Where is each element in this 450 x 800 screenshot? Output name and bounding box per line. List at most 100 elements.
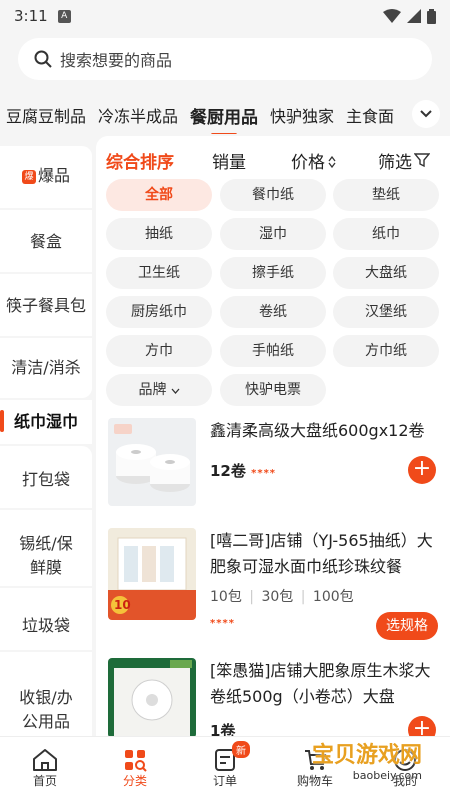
chip-handkerchief[interactable]: 手帕纸 (220, 335, 326, 367)
product-image: 10 (108, 528, 196, 620)
wifi-icon (383, 9, 401, 23)
sidebar-item-cleaning[interactable]: 清洁/消杀 (0, 338, 92, 398)
chip-napkin[interactable]: 餐巾纸 (220, 179, 326, 211)
plus-icon: + (412, 456, 432, 481)
nav-label: 首页 (32, 774, 57, 788)
product-spec: 1卷 (210, 722, 236, 736)
notification-app-icon: A (57, 9, 71, 23)
sidebar-item-label: 餐盒 (29, 232, 62, 251)
sort-bar: 综合排序 销量 价格 筛选 (96, 146, 450, 174)
home-icon (33, 749, 57, 771)
sort-price[interactable]: 价格 (291, 148, 336, 173)
spec-option[interactable]: 100包 (313, 589, 354, 605)
product-spec-value: 12卷 (210, 462, 246, 480)
sidebar-item-label: 收银/办公用品 (19, 688, 73, 731)
chip-wet-wipes[interactable]: 湿巾 (220, 218, 326, 250)
signal-icon (407, 9, 421, 23)
expand-categories-button[interactable] (412, 100, 440, 128)
watermark: 宝贝游戏网 baobeiy.com (312, 737, 422, 782)
battery-icon (427, 8, 436, 24)
search-input[interactable]: 搜索想要的商品 (18, 38, 432, 80)
status-time: 3:11 (14, 7, 48, 25)
add-to-cart-button[interactable]: + (408, 456, 436, 484)
chip-all[interactable]: 全部 (106, 179, 212, 211)
product-item[interactable]: 鑫清柔高级大盘纸600gx12卷 12卷 **** + (96, 418, 450, 518)
chip-roll-paper[interactable]: 卷纸 (220, 296, 326, 328)
product-spec: 12卷 **** (210, 460, 276, 481)
chip-tissue-box[interactable]: 抽纸 (106, 218, 212, 250)
product-item[interactable]: 10 [嘻二哥]店铺（YJ-565抽纸）大肥象可湿水面巾纸珍珠纹餐 10包 | … (96, 528, 450, 648)
chevron-down-icon (420, 110, 432, 118)
sidebar-item-foil[interactable]: 锡纸/保鲜膜 (0, 510, 92, 586)
product-spec-options: 10包 | 30包 | 100包 (210, 589, 354, 605)
chip-kitchen-towel[interactable]: 厨房纸巾 (106, 296, 212, 328)
chevron-down-icon (171, 388, 179, 394)
sidebar-item-label: 打包袋 (21, 470, 70, 489)
chip-square-towel[interactable]: 方巾 (106, 335, 212, 367)
sidebar-item-boxes[interactable]: 餐盒 (0, 210, 92, 272)
chip-toilet-paper[interactable]: 卫生纸 (106, 257, 212, 289)
tab-frozen[interactable]: 冷冻半成品 (92, 103, 184, 127)
product-stars: **** (251, 468, 277, 479)
search-icon (34, 50, 52, 68)
sidebar-item-label: 纸巾湿巾 (13, 412, 78, 431)
sidebar-item-trash-bags[interactable]: 垃圾袋 (0, 588, 92, 650)
sidebar-item-label: 清洁/消杀 (11, 358, 81, 377)
chip-pad-paper[interactable]: 垫纸 (333, 179, 439, 211)
sidebar-item-bags[interactable]: 打包袋 (0, 446, 92, 508)
search-placeholder: 搜索想要的商品 (60, 51, 173, 70)
nav-category[interactable]: 分类 (90, 737, 180, 800)
chip-jumbo-roll[interactable]: 大盘纸 (333, 257, 439, 289)
product-title: [笨愚猫]店铺大肥象原生木浆大卷纸500g（小卷芯）大盘 (210, 661, 431, 706)
sidebar-item-label: 爆品 (37, 166, 70, 185)
chip-brand-label: 品牌 (138, 382, 167, 398)
add-to-cart-button[interactable]: + (408, 716, 436, 736)
tab-staple[interactable]: 主食面 (340, 103, 400, 127)
product-panel: 综合排序 销量 价格 筛选 全部 餐巾纸 垫纸 抽纸 湿巾 纸巾 卫生纸 擦手纸… (96, 136, 450, 736)
product-item[interactable]: [笨愚猫]店铺大肥象原生木浆大卷纸500g（小卷芯）大盘 1卷 + (96, 658, 450, 736)
tab-exclusive[interactable]: 快驴独家 (264, 103, 340, 127)
sort-comprehensive[interactable]: 综合排序 (106, 148, 174, 173)
sort-sales[interactable]: 销量 (212, 148, 246, 173)
sidebar-item-tissues[interactable]: 纸巾湿巾 (0, 400, 92, 444)
sidebar-item-label: 锡纸/保鲜膜 (19, 534, 73, 577)
spec-option[interactable]: 30包 (261, 589, 293, 605)
select-spec-button[interactable]: 选规格 (376, 612, 438, 640)
chip-burger-paper[interactable]: 汉堡纸 (333, 296, 439, 328)
filter-label: 筛选 (378, 152, 412, 173)
sidebar-item-label: 垃圾袋 (21, 616, 70, 635)
chip-e-invoice[interactable]: 快驴电票 (220, 374, 326, 406)
product-image-price: 10 (114, 598, 131, 612)
chip-square-paper[interactable]: 方巾纸 (333, 335, 439, 367)
category-icon (125, 750, 147, 772)
tab-kitchen-supplies[interactable]: 餐厨用品 (184, 103, 264, 134)
sidebar-item-chopsticks[interactable]: 筷子餐具包 (0, 274, 92, 336)
product-image (108, 658, 196, 736)
category-tabs: 豆腐豆制品 冷冻半成品 餐厨用品 快驴独家 主食面 (0, 96, 450, 134)
nav-orders[interactable]: 新 订单 (180, 737, 270, 800)
tab-tofu[interactable]: 豆腐豆制品 (0, 103, 92, 127)
sidebar-item-label: 筷子餐具包 (5, 296, 86, 315)
nav-home[interactable]: 首页 (0, 737, 90, 800)
sort-arrows-icon (328, 155, 336, 168)
sidebar-item-office[interactable]: 收银/办公用品 (0, 652, 92, 736)
product-title: [嘻二哥]店铺（YJ-565抽纸）大肥象可湿水面巾纸珍珠纹餐 (210, 531, 433, 576)
sidebar-item-hot[interactable]: 爆爆品 (0, 146, 92, 208)
chip-hand-towel[interactable]: 擦手纸 (220, 257, 326, 289)
sort-price-label: 价格 (291, 152, 325, 173)
product-image (108, 418, 196, 506)
nav-label: 分类 (122, 774, 147, 788)
watermark-url: baobeiy.com (352, 769, 422, 782)
status-bar: 3:11 A (0, 0, 450, 32)
sidebar: 爆爆品 餐盒 筷子餐具包 清洁/消杀 纸巾湿巾 打包袋 锡纸/保鲜膜 垃圾袋 收… (0, 136, 92, 736)
filter-button[interactable]: 筛选 (378, 148, 431, 173)
hot-icon: 爆 (21, 170, 36, 184)
chip-paper-towel[interactable]: 纸巾 (333, 218, 439, 250)
nav-label: 订单 (212, 774, 237, 788)
watermark-title: 宝贝游戏网 (311, 743, 422, 768)
chip-brand[interactable]: 品牌 (106, 374, 212, 406)
product-stars: **** (210, 618, 235, 629)
filter-icon (413, 152, 431, 167)
plus-icon: + (412, 716, 432, 736)
spec-option[interactable]: 10包 (210, 589, 242, 605)
